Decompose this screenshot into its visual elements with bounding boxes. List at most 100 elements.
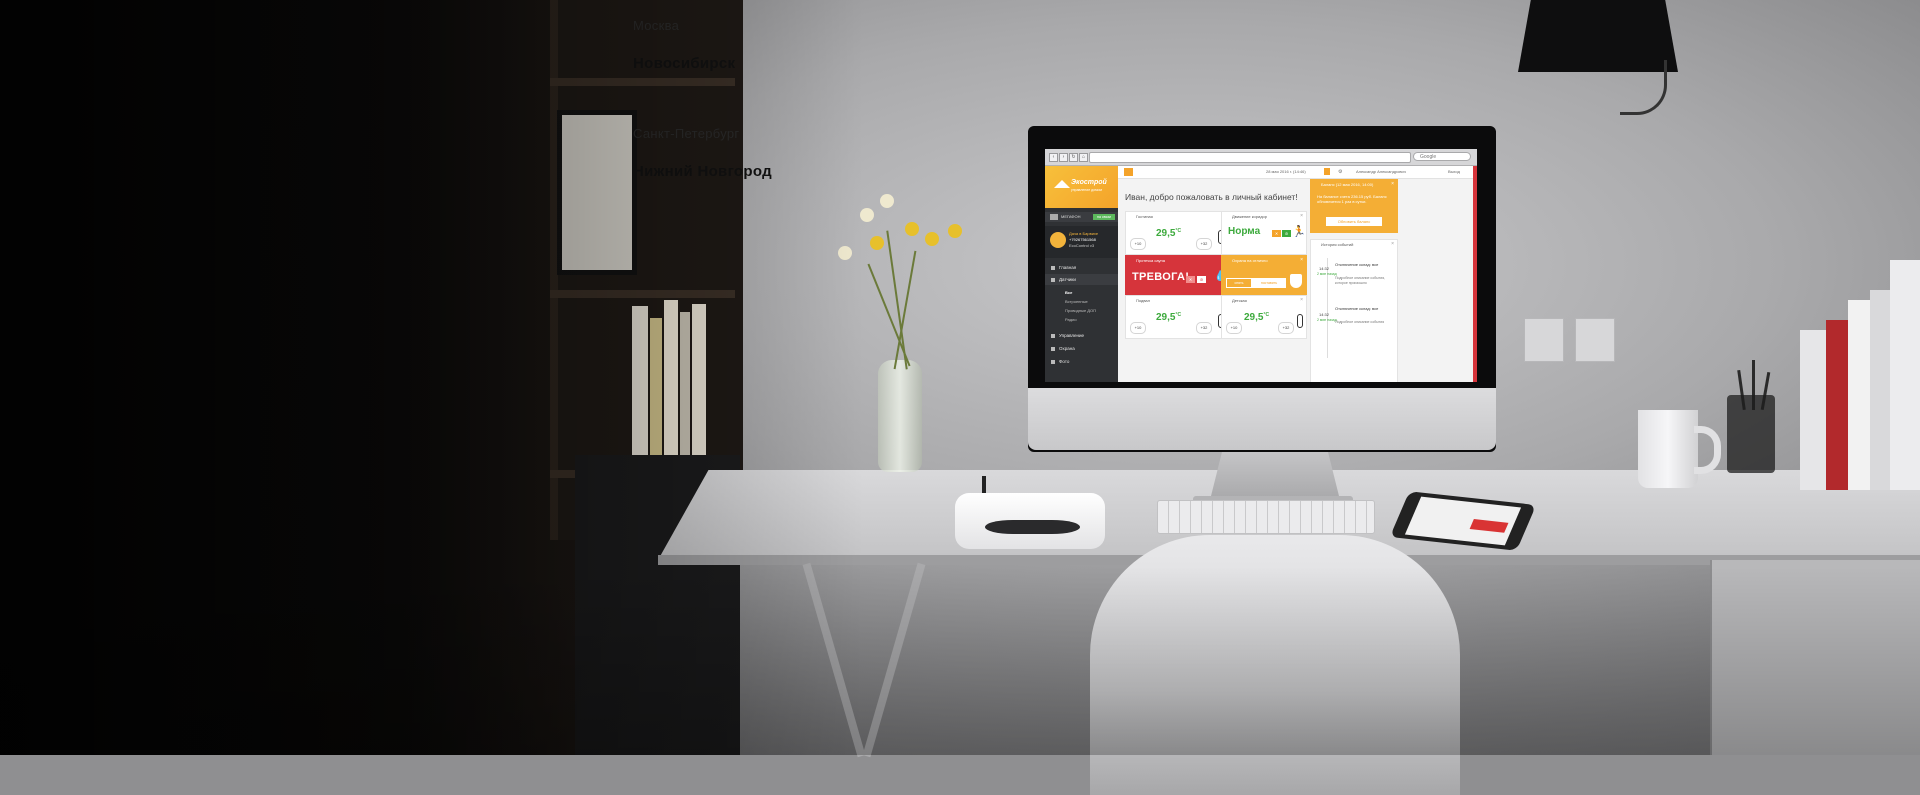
- widget-title: Движение коридор: [1232, 214, 1268, 219]
- sidebar-subitem-wired[interactable]: Проводные ДОП: [1065, 308, 1096, 313]
- sidebar-item-label: Фото: [1059, 359, 1070, 364]
- sidebar-subitem-all[interactable]: Все: [1065, 290, 1072, 295]
- widget-corridor-motion: Движение коридор × Норма ✕ ⊘ 🏃: [1221, 211, 1307, 255]
- flower: [860, 208, 874, 222]
- close-icon[interactable]: ×: [1300, 296, 1303, 305]
- flower: [880, 194, 894, 208]
- browser-toolbar: ‹ › ↻ ⌂ Google: [1045, 149, 1477, 166]
- logout-link[interactable]: Выход: [1448, 169, 1460, 174]
- temp-unit: °C: [1263, 312, 1270, 318]
- widget-title: Подвал: [1136, 298, 1150, 303]
- widget-title: Протечка сауна: [1136, 258, 1165, 263]
- alert-strip: [1473, 166, 1477, 382]
- shelf-board: [550, 290, 735, 298]
- close-icon[interactable]: ×: [1391, 180, 1394, 189]
- object-profile[interactable]: Дача в Барвихе +79267561568 EcoControl v…: [1045, 226, 1118, 258]
- sidebar-item-label: Главная: [1059, 265, 1077, 270]
- flower: [838, 246, 852, 260]
- temp-number: 29,5: [1156, 312, 1176, 323]
- arm-badge[interactable]: ⊘: [1282, 230, 1291, 237]
- app-logo[interactable]: Экострой управление домом: [1045, 166, 1118, 208]
- overlay-city[interactable]: Новосибирск: [633, 55, 735, 72]
- sidebar-subitem-radio[interactable]: Радио: [1065, 317, 1077, 322]
- event-title[interactable]: Отключение склад: все: [1335, 306, 1391, 311]
- widget-leak-sauna: Протечка сауна × ТРЕВОГА! ✕ ⊘ 💧: [1125, 255, 1233, 295]
- sidebar-subitem-builtin[interactable]: Встроенные: [1065, 299, 1088, 304]
- wall-switch: [1524, 318, 1564, 362]
- sidebar-item-control[interactable]: Управление: [1045, 330, 1118, 341]
- sidebar-item-security[interactable]: Охрана: [1045, 343, 1118, 354]
- arm-button[interactable]: поставить: [1252, 278, 1286, 288]
- close-icon[interactable]: ×: [1391, 240, 1394, 249]
- book: [680, 312, 690, 466]
- sidebar-item-photo[interactable]: Фото: [1045, 356, 1118, 367]
- notification-icon[interactable]: [1324, 168, 1330, 175]
- arm-badge[interactable]: ⊘: [1197, 276, 1206, 283]
- picture-frame: [557, 110, 637, 275]
- operator-label: МЕГАФОН: [1061, 214, 1081, 219]
- status-text: Норма: [1228, 226, 1261, 237]
- event-title[interactable]: Отключение склад: все: [1335, 262, 1391, 267]
- flower: [948, 224, 962, 238]
- event-description: Подробное описание события, которое прои…: [1335, 276, 1386, 285]
- address-bar[interactable]: [1089, 152, 1411, 163]
- online-badge: на связи: [1093, 214, 1115, 220]
- header-user[interactable]: Александр Александрович: [1356, 169, 1406, 174]
- book: [692, 304, 706, 466]
- temperature-value: 29,5°C: [1156, 228, 1181, 239]
- event-ago: 2 мин назад: [1317, 272, 1337, 276]
- bypass-badge[interactable]: ✕: [1272, 230, 1281, 237]
- temp-max: +32: [1196, 238, 1212, 250]
- device-status: МЕГАФОН на связи: [1045, 212, 1118, 222]
- sidebar-item-home[interactable]: Главная: [1045, 262, 1118, 273]
- close-icon[interactable]: ×: [1300, 256, 1303, 265]
- gear-icon[interactable]: ⚙: [1338, 169, 1342, 175]
- logo-name: Экострой: [1071, 179, 1107, 186]
- book: [632, 306, 648, 466]
- object-name: Дача в Барвихе: [1069, 231, 1099, 236]
- widget-title: История событий: [1321, 242, 1354, 247]
- shield-icon: [1290, 274, 1302, 288]
- flower: [925, 232, 939, 246]
- menu-toggle-icon[interactable]: [1124, 168, 1133, 176]
- disarm-button[interactable]: снять: [1226, 278, 1252, 288]
- header-date: 28 мая 2016 г. (14:46): [1266, 169, 1306, 174]
- overlay-city[interactable]: Нижний Новгород: [633, 163, 772, 180]
- event-description: Подробное описание события: [1335, 320, 1385, 324]
- monitor-screen: ‹ › ↻ ⌂ Google Экострой управление домом…: [1045, 149, 1477, 382]
- widget-living-room: Гостиная × +10 29,5°C +32: [1125, 211, 1233, 255]
- sidebar-item-label: Управление: [1059, 333, 1085, 338]
- app-sidebar: Экострой управление домом МЕГАФОН на свя…: [1045, 166, 1118, 382]
- temp-min: +10: [1226, 322, 1242, 334]
- widget-balance: Баланс (12 мая 2016, 14:00) × На балансе…: [1310, 179, 1398, 233]
- monitor-stand: [1210, 448, 1340, 500]
- temperature-value: 29,5°C: [1156, 312, 1181, 323]
- overlay-city[interactable]: Санкт-Петербург: [633, 126, 739, 141]
- book: [650, 318, 662, 466]
- app-header: 28 мая 2016 г. (14:46) ⚙ Александр Алекс…: [1118, 166, 1477, 179]
- forward-icon[interactable]: ›: [1059, 153, 1068, 162]
- home-icon: [1051, 265, 1055, 270]
- widget-security: Охрана на отлично × снять поставить: [1221, 255, 1307, 295]
- shelf-board: [550, 78, 735, 86]
- flower: [905, 222, 919, 236]
- home-icon[interactable]: ⌂: [1079, 153, 1088, 162]
- event-time: 14:32: [1319, 266, 1330, 271]
- bypass-badge[interactable]: ✕: [1186, 276, 1195, 283]
- sidebar-item-label: Охрана: [1059, 346, 1075, 351]
- event-time: 14:32: [1319, 312, 1330, 317]
- browser-search[interactable]: Google: [1413, 152, 1471, 161]
- pencil-cup: [1727, 395, 1775, 473]
- sidebar-item-sensors[interactable]: Датчики: [1045, 274, 1118, 285]
- temperature-value: 29,5°C: [1244, 312, 1269, 323]
- back-icon[interactable]: ‹: [1049, 153, 1058, 162]
- chair: [1090, 535, 1460, 795]
- reload-icon[interactable]: ↻: [1069, 153, 1078, 162]
- temp-number: 29,5: [1244, 312, 1264, 323]
- control-icon: [1051, 333, 1055, 338]
- widget-title: Охрана на отлично: [1232, 258, 1268, 263]
- close-icon[interactable]: ×: [1300, 212, 1303, 221]
- overlay-city[interactable]: Москва: [633, 18, 679, 33]
- temp-number: 29,5: [1156, 228, 1176, 239]
- refresh-balance-button[interactable]: Обновить баланс: [1326, 217, 1382, 226]
